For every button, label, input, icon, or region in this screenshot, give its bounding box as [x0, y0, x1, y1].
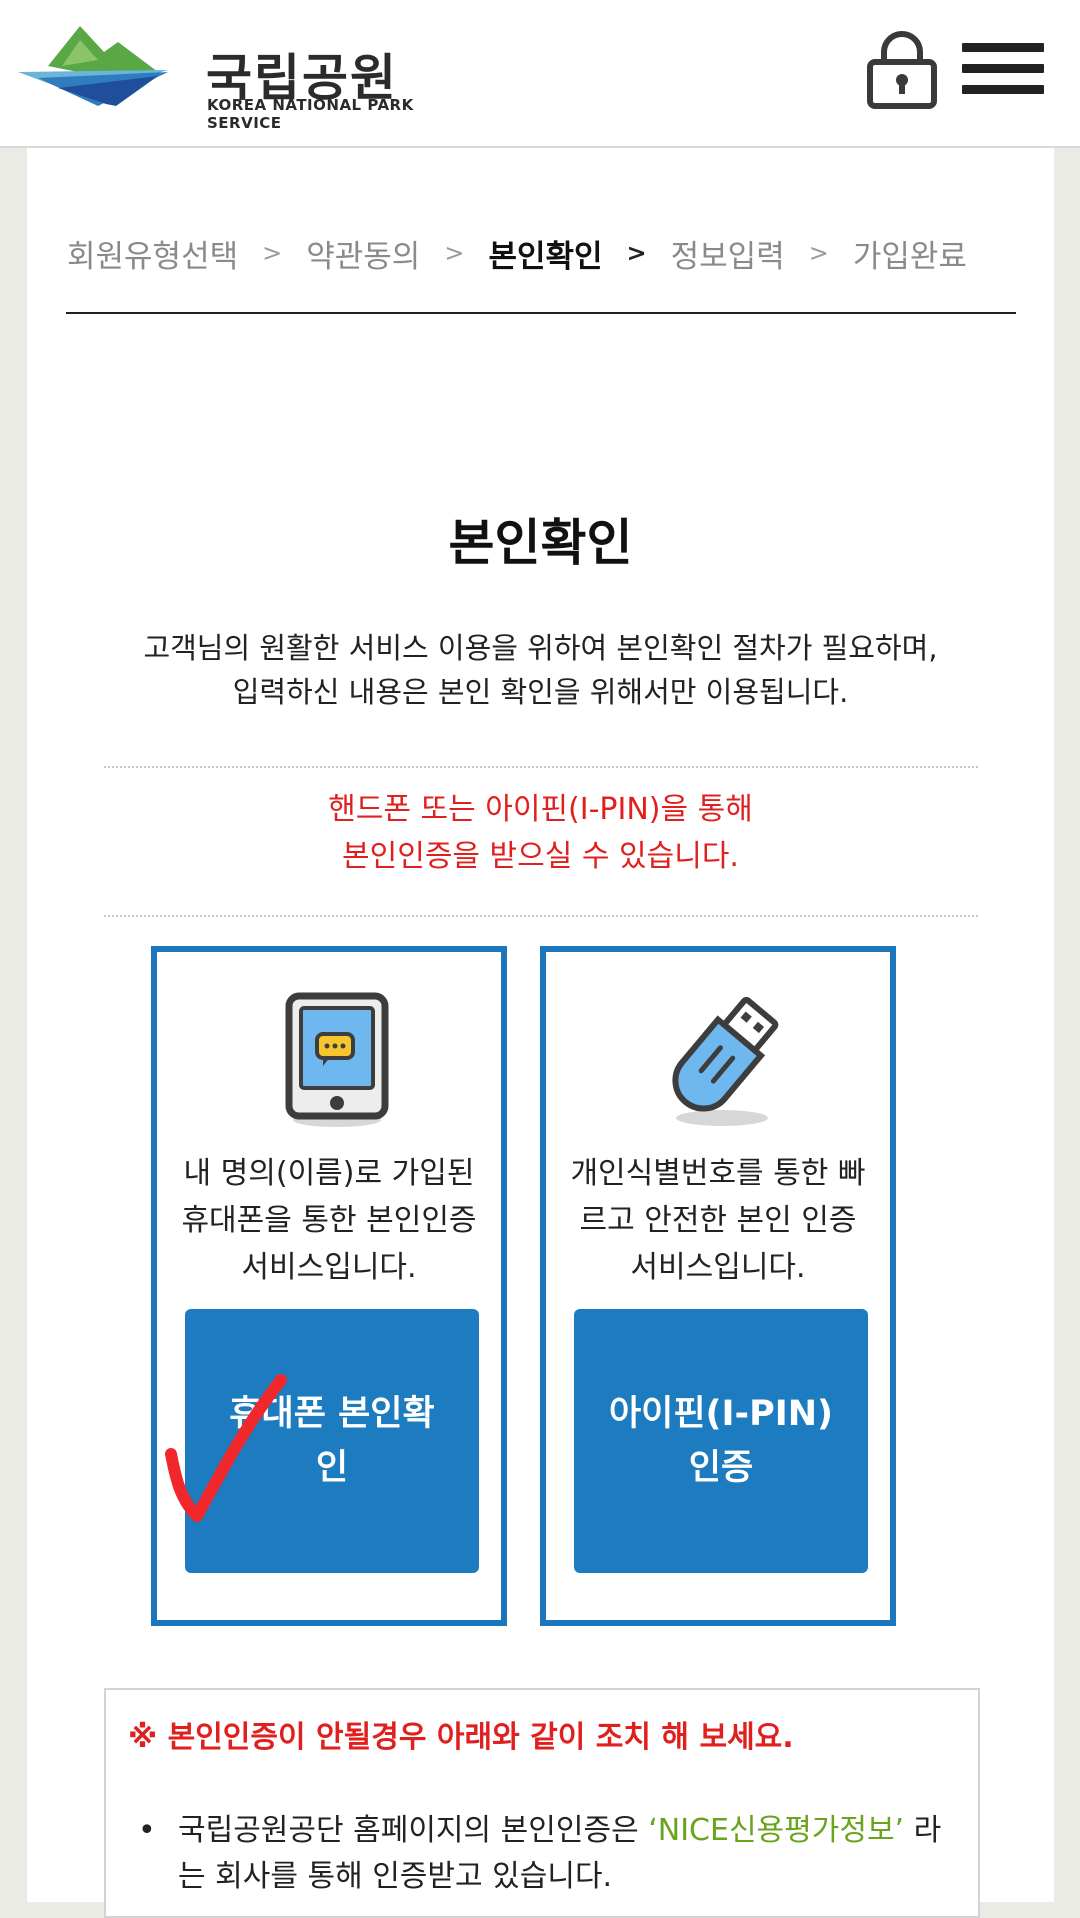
dotted-divider — [104, 766, 978, 768]
chevron-right-icon: > — [262, 239, 283, 267]
logo-english-text: KOREA NATIONAL PARK SERVICE — [207, 96, 414, 132]
signup-steps-breadcrumb: 회원유형선택 > 약관동의 > 본인확인 > 정보입력 > 가입완료 — [67, 228, 1017, 278]
troubleshooting-text-part: 국립공원공단 홈페이지의 본인인증은 — [178, 1813, 649, 1848]
hamburger-menu-icon — [962, 43, 1044, 52]
description-line: 고객님의 원활한 서비스 이용을 위하여 본인확인 절차가 필요하며, — [143, 631, 938, 665]
page-title: 본인확인 — [448, 514, 633, 572]
dotted-divider — [104, 915, 978, 917]
chevron-right-icon: > — [626, 239, 647, 267]
verification-notice: 핸드폰 또는 아이핀(I-PIN)을 통해 본인인증을 받으실 수 있습니다. — [27, 786, 1054, 880]
ipin-verification-description: 개인식별번호를 통한 빠르고 안전한 본인 인증 서비스입니다. — [570, 1156, 866, 1285]
bullet-icon: • — [138, 1813, 156, 1848]
phone-verification-description: 내 명의(이름)로 가입된 휴대폰을 통한 본인인증 서비스입니다. — [181, 1156, 477, 1285]
step-terms: 약관동의 — [306, 238, 421, 275]
step-member-type: 회원유형선택 — [67, 238, 239, 275]
phone-verification-button[interactable]: 휴대폰 본인확인 — [185, 1309, 479, 1573]
step-info-input: 정보입력 — [670, 238, 785, 275]
lock-icon — [867, 31, 937, 109]
description-line: 입력하신 내용은 본인 확인을 위해서만 이용됩니다. — [232, 675, 849, 709]
notice-line: 본인인증을 받으실 수 있습니다. — [342, 839, 739, 874]
mountain-logo-icon — [18, 26, 168, 106]
usb-key-icon — [664, 992, 784, 1132]
menu-bar — [962, 85, 1044, 94]
mobile-phone-icon — [275, 992, 395, 1132]
troubleshooting-box: ※ 본인인증이 안될경우 아래와 같이 조치 해 보세요. • 국립공원공단 홈… — [104, 1688, 980, 1918]
step-complete: 가입완료 — [852, 238, 967, 275]
steps-divider — [66, 312, 1016, 314]
notice-line: 핸드폰 또는 아이핀(I-PIN)을 통해 — [328, 792, 753, 827]
troubleshooting-heading: ※ 본인인증이 안될경우 아래와 같이 조치 해 보세요. — [128, 1720, 794, 1755]
nice-provider-highlight: ‘NICE신용평가정보’ — [648, 1813, 905, 1848]
menu-bar — [962, 64, 1044, 73]
chevron-right-icon: > — [808, 239, 829, 267]
ipin-verification-card: 개인식별번호를 통한 빠르고 안전한 본인 인증 서비스입니다. 아이핀(I-P… — [540, 946, 896, 1626]
troubleshooting-text: 국립공원공단 홈페이지의 본인인증은 ‘NICE신용평가정보’ 라는 회사를 통… — [148, 1808, 948, 1900]
main-content: 회원유형선택 > 약관동의 > 본인확인 > 정보입력 > 가입완료 본인확인 … — [27, 148, 1054, 1918]
site-header: 국립공원 KOREA NATIONAL PARK SERVICE — [0, 0, 1080, 148]
step-identity-verification: 본인확인 — [488, 238, 603, 275]
hamburger-menu-button[interactable] — [962, 38, 1044, 98]
phone-verification-card: 내 명의(이름)로 가입된 휴대폰을 통한 본인인증 서비스입니다. 휴대폰 본… — [151, 946, 507, 1626]
troubleshooting-list-item: • 국립공원공단 홈페이지의 본인인증은 ‘NICE신용평가정보’ 라는 회사를… — [138, 1808, 948, 1900]
chevron-right-icon: > — [444, 239, 465, 267]
page-description: 고객님의 원활한 서비스 이용을 위하여 본인확인 절차가 필요하며, 입력하신… — [27, 626, 1054, 714]
ipin-verification-button[interactable]: 아이핀(I-PIN) 인증 — [574, 1309, 868, 1573]
login-lock-button[interactable] — [866, 30, 938, 110]
site-logo[interactable]: 국립공원 KOREA NATIONAL PARK SERVICE — [18, 26, 468, 132]
